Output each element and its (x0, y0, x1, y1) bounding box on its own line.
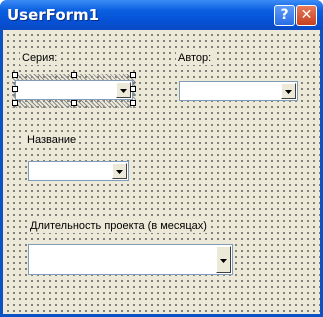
resize-handle[interactable] (130, 100, 136, 106)
userform-window: UserForm1 ? ✕ Серия: Автор: Название Дли… (0, 0, 323, 317)
title-bar[interactable]: UserForm1 ? ✕ (0, 0, 323, 30)
name-dropdown-button[interactable] (112, 163, 127, 179)
resize-handle[interactable] (130, 72, 136, 78)
series-label: Серия: (20, 52, 60, 65)
resize-handle[interactable] (12, 72, 18, 78)
duration-combobox[interactable] (28, 244, 233, 275)
help-icon: ? (280, 7, 289, 23)
close-button[interactable]: ✕ (296, 5, 317, 26)
resize-handle[interactable] (12, 100, 18, 106)
close-icon: ✕ (300, 7, 313, 23)
duration-dropdown-button[interactable] (216, 246, 231, 273)
resize-handle[interactable] (12, 86, 18, 92)
duration-label: Длительность проекта (в месяцах) (28, 220, 209, 233)
chevron-down-icon (285, 90, 292, 94)
series-combobox[interactable] (15, 80, 133, 100)
resize-handle[interactable] (130, 86, 136, 92)
resize-handle[interactable] (71, 72, 77, 78)
chevron-down-icon (116, 170, 123, 174)
help-button[interactable]: ? (274, 5, 295, 26)
window-title: UserForm1 (7, 6, 100, 24)
name-label: Название (25, 134, 79, 147)
author-combobox[interactable] (179, 81, 298, 101)
name-combobox[interactable] (28, 161, 129, 181)
series-dropdown-button[interactable] (116, 82, 131, 98)
form-design-surface[interactable]: Серия: Автор: Название Длительность прое… (3, 30, 320, 314)
chevron-down-icon (220, 259, 227, 263)
chevron-down-icon (120, 89, 127, 93)
author-dropdown-button[interactable] (281, 83, 296, 99)
author-label: Автор: (176, 52, 214, 65)
resize-handle[interactable] (71, 100, 77, 106)
